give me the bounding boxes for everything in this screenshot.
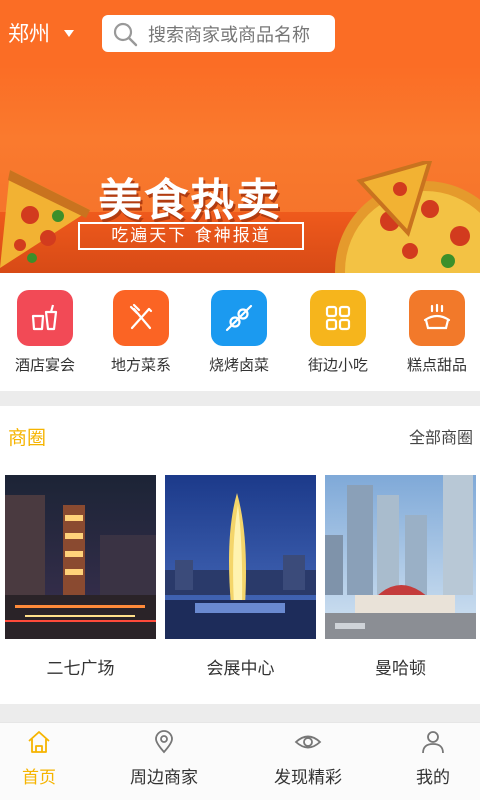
tab-nearby-merchants[interactable]: 周边商家	[130, 729, 198, 788]
chevron-down-icon	[64, 29, 74, 37]
drink-icon	[17, 290, 73, 346]
tab-discover[interactable]: 发现精彩	[274, 729, 342, 788]
tab-label: 周边商家	[130, 768, 198, 788]
category-label: 地方菜系	[110, 356, 171, 374]
category-bbq[interactable]: 烧烤卤菜	[194, 290, 284, 375]
district-card[interactable]: 二七广场	[5, 475, 156, 679]
category-snacks[interactable]: 街边小吃	[293, 290, 383, 375]
search-icon	[113, 22, 138, 46]
section-header: 商圈 全部商圈	[0, 406, 480, 466]
section-divider	[0, 704, 480, 722]
section-title: 商圈	[8, 426, 47, 449]
tab-mine[interactable]: 我的	[416, 729, 450, 788]
top-bar: 郑州 搜索商家或商品名称	[0, 0, 480, 66]
city-selector[interactable]: 郑州	[8, 18, 74, 48]
category-desserts[interactable]: 糕点甜品	[392, 290, 480, 375]
category-label: 酒店宴会	[14, 356, 75, 374]
category-grid: 酒店宴会 地方菜系 烧烤卤菜 街边小吃 糕点甜品	[0, 273, 480, 391]
category-hotel-banquet[interactable]: 酒店宴会	[0, 290, 90, 375]
section-divider	[0, 391, 480, 406]
district-name: 会展中心	[206, 659, 275, 679]
district-photo	[5, 475, 156, 639]
home-icon	[28, 731, 50, 753]
dessert-icon	[409, 290, 465, 346]
category-label: 糕点甜品	[406, 356, 467, 374]
tab-label: 首页	[22, 768, 56, 788]
fork-knife-icon	[113, 290, 169, 346]
district-name: 曼哈顿	[375, 659, 426, 679]
banner-title: 美食热卖	[98, 175, 282, 226]
district-photo	[165, 475, 316, 639]
promo-banner[interactable]: 美食热卖 吃遍天下 食神报道	[0, 66, 480, 273]
all-districts-link[interactable]: 全部商圈	[409, 424, 473, 448]
eye-icon	[294, 735, 322, 749]
city-name: 郑州	[8, 22, 50, 46]
tab-label: 我的	[416, 768, 450, 788]
district-card[interactable]: 会展中心	[165, 475, 316, 679]
location-pin-icon	[155, 730, 173, 754]
business-district-section: 商圈 全部商圈 二七广场 会展中心 曼哈顿	[0, 406, 480, 704]
skewer-icon	[211, 290, 267, 346]
user-icon	[422, 731, 444, 754]
category-local-cuisine[interactable]: 地方菜系	[96, 290, 186, 375]
grid-icon	[310, 290, 366, 346]
banner-subtitle: 吃遍天下 食神报道	[78, 222, 304, 250]
district-name: 二七广场	[46, 659, 115, 679]
category-label: 烧烤卤菜	[208, 356, 269, 374]
district-photo	[325, 475, 476, 639]
bottom-tab-bar: 首页 周边商家 发现精彩 我的	[0, 722, 480, 800]
district-card[interactable]: 曼哈顿	[325, 475, 476, 679]
search-input[interactable]: 搜索商家或商品名称	[102, 15, 335, 52]
category-label: 街边小吃	[307, 356, 368, 374]
tab-home[interactable]: 首页	[22, 729, 56, 788]
tab-label: 发现精彩	[274, 768, 342, 788]
search-placeholder: 搜索商家或商品名称	[148, 24, 310, 46]
